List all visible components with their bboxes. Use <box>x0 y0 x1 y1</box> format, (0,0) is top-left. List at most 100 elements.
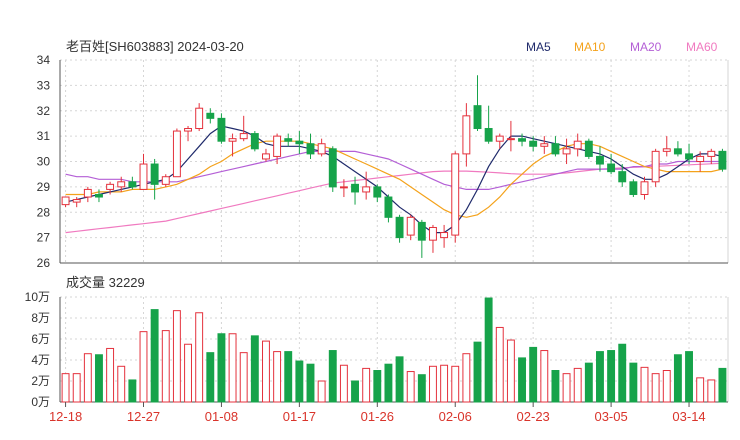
candle <box>429 224 437 253</box>
candle-body <box>72 199 81 203</box>
legend-ma60: MA60 <box>686 40 718 54</box>
volume-bar <box>406 371 415 403</box>
volume-tick-label: 2万 <box>31 374 50 388</box>
volume-bar <box>707 379 716 403</box>
candle <box>417 219 426 258</box>
volume-bar <box>540 350 549 403</box>
volume-bar <box>106 347 115 403</box>
volume-bar <box>551 370 560 403</box>
candle-body <box>529 140 538 147</box>
volume-tick-label: 4万 <box>31 353 50 367</box>
volume-bar <box>239 352 248 403</box>
candle <box>61 196 70 208</box>
candle-body <box>506 138 515 141</box>
volume-bar <box>172 310 181 403</box>
candle <box>384 194 393 223</box>
price-tick-label: 33 <box>37 78 51 92</box>
volume-bar <box>673 354 682 403</box>
candle <box>317 138 326 157</box>
candle-body <box>562 148 571 155</box>
volume-bar <box>417 374 426 403</box>
volume-bar <box>473 341 482 403</box>
volume-tick-label: 10万 <box>25 290 50 304</box>
volume-bar <box>696 377 705 403</box>
volume-bar <box>139 331 148 403</box>
candle <box>484 105 493 144</box>
volume-bar <box>451 365 460 403</box>
candle-body <box>239 133 248 140</box>
candle-body <box>351 183 359 193</box>
volume-bar <box>161 330 170 403</box>
volume-bar <box>484 297 493 403</box>
volume-bars <box>61 297 727 403</box>
volume-bar <box>440 364 449 403</box>
candle-body <box>718 150 727 170</box>
candle-body <box>618 171 627 183</box>
volume-tick-label: 0万 <box>31 395 50 409</box>
candle-body <box>495 135 504 142</box>
volume-bar <box>351 380 359 403</box>
price-tick-label: 34 <box>37 53 51 67</box>
volume-title: 成交量 32229 <box>66 275 145 290</box>
candle-body <box>440 232 449 239</box>
candle <box>640 176 649 200</box>
volume-bar <box>562 373 571 403</box>
x-tick-label: 12-18 <box>49 409 82 424</box>
candle-body <box>662 148 671 152</box>
candle-body <box>417 221 426 241</box>
candle <box>551 136 560 157</box>
candle-body <box>596 155 604 165</box>
candle-body <box>640 181 649 195</box>
candle <box>662 136 671 157</box>
volume-bar <box>495 326 504 403</box>
volume-bar <box>228 333 237 403</box>
candle-body <box>228 138 237 142</box>
candle-body <box>629 181 638 195</box>
date-x-axis: 12-18 12-27 01-08 01-17 01-26 02-06 02-23 03-05… <box>49 402 706 424</box>
volume-bar <box>429 365 437 403</box>
candle-body <box>284 138 293 142</box>
candle-body <box>696 155 705 163</box>
candle-body <box>150 163 159 185</box>
price-tick-label: 28 <box>37 205 51 219</box>
candle-body <box>362 186 371 193</box>
candle <box>295 131 304 154</box>
price-tick-label: 32 <box>37 104 51 118</box>
volume-bar <box>339 364 348 403</box>
candle-body <box>484 128 493 142</box>
volume-bar <box>284 351 293 403</box>
candle <box>440 224 449 248</box>
price-tick-label: 30 <box>37 155 51 169</box>
volume-bar <box>629 362 638 403</box>
candle <box>562 138 571 165</box>
candle-body <box>607 163 616 173</box>
candle-body <box>161 176 170 185</box>
candle-body <box>317 143 326 155</box>
candle <box>217 113 226 144</box>
volume-bar <box>662 370 671 403</box>
candle-body <box>106 183 115 190</box>
volume-bar <box>83 353 92 403</box>
candle-body <box>139 163 148 190</box>
candle-body <box>250 133 259 150</box>
candle <box>596 146 604 172</box>
candle-body <box>651 150 660 183</box>
volume-bar <box>618 343 627 403</box>
candle-body <box>395 216 404 239</box>
candle-body <box>473 105 482 130</box>
candle <box>172 128 181 178</box>
candle-body <box>184 128 192 132</box>
x-tick-label: 03-05 <box>594 409 627 424</box>
candle-body <box>462 115 471 155</box>
price-tick-label: 27 <box>37 231 51 245</box>
candle-body <box>95 193 103 198</box>
price-tick-label: 29 <box>37 180 51 194</box>
candle-body <box>685 153 693 160</box>
volume-tick-label: 6万 <box>31 332 50 346</box>
volume-bar <box>718 367 727 403</box>
candle-body <box>373 186 382 198</box>
volume-bar <box>384 363 393 403</box>
candle-body <box>117 181 126 188</box>
candle <box>718 148 727 172</box>
candle-body <box>61 196 70 206</box>
